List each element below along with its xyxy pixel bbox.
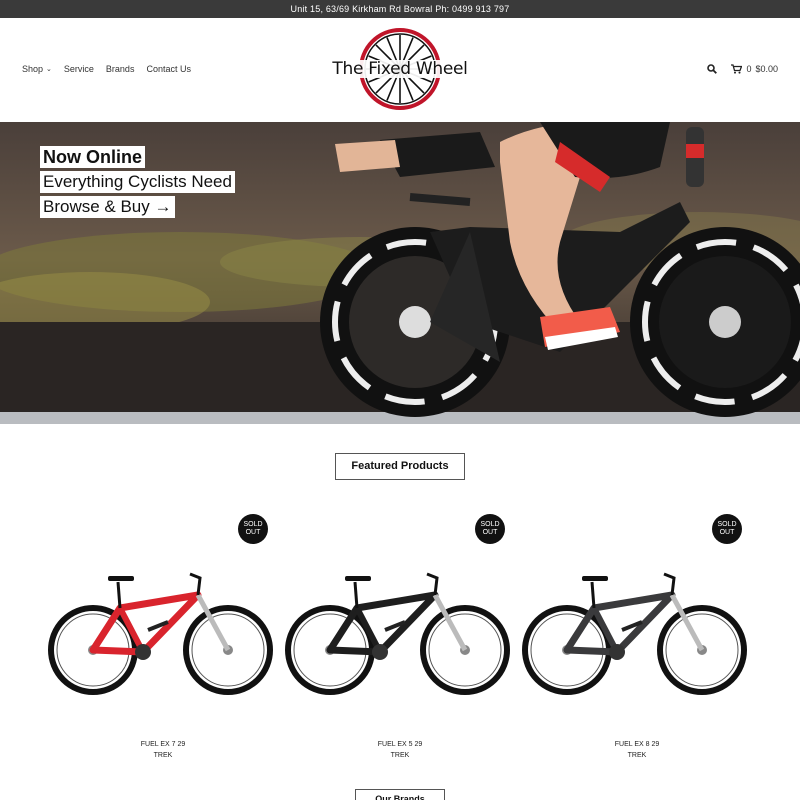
- announcement-bar: Unit 15, 63/69 Kirkham Rd Bowral Ph: 049…: [0, 0, 800, 18]
- nav-contact-label: Contact Us: [146, 64, 191, 74]
- logo-text: The Fixed Wheel: [310, 60, 490, 78]
- chevron-down-icon: ⌄: [46, 66, 52, 73]
- product-name: FUEL EX 5 29: [377, 741, 423, 748]
- nav-shop-label: Shop: [22, 64, 44, 74]
- product-brand: TREK: [627, 752, 647, 759]
- bike-image: [522, 572, 747, 695]
- product-card[interactable]: SOLD OUT FUEL EX 8 29 TREK: [522, 500, 752, 770]
- cart-total: $0.00: [755, 64, 778, 74]
- site-header: Shop ⌄ Service Brands Contact Us The Fix…: [0, 18, 800, 122]
- product-card[interactable]: SOLD OUT FUEL EX 7 29 TREK: [48, 500, 278, 770]
- product-brand: TREK: [390, 752, 410, 759]
- product-brand: TREK: [153, 752, 173, 759]
- hero-headline: Now Online: [40, 146, 145, 168]
- store-address-phone: Unit 15, 63/69 Kirkham Rd Bowral Ph: 049…: [290, 4, 510, 14]
- cart-count: 0: [746, 64, 752, 74]
- product-name: FUEL EX 7 29: [140, 741, 186, 748]
- nav-service-label: Service: [63, 64, 94, 74]
- sold-out-badge: SOLD OUT: [712, 514, 742, 544]
- featured-products-heading: Featured Products: [335, 453, 465, 480]
- hero-banner[interactable]: Now Online Everything Cyclists Need Brow…: [0, 122, 800, 424]
- nav-service[interactable]: Service: [64, 64, 94, 74]
- header-tools: 0 $0.00: [707, 64, 778, 74]
- site-logo[interactable]: The Fixed Wheel: [310, 26, 490, 112]
- nav-brands-label: Brands: [105, 64, 135, 74]
- nav-contact-us[interactable]: Contact Us: [146, 64, 191, 74]
- cart-icon: [731, 64, 743, 74]
- hero-caption: Now Online Everything Cyclists Need Brow…: [40, 146, 235, 218]
- bike-image: [285, 572, 510, 695]
- sold-out-badge: SOLD OUT: [475, 514, 505, 544]
- main-nav: Shop ⌄ Service Brands Contact Us: [22, 64, 191, 74]
- hero-subheadline: Everything Cyclists Need: [40, 171, 235, 193]
- cart-button[interactable]: 0 $0.00: [731, 64, 778, 74]
- product-name: FUEL EX 8 29: [614, 741, 660, 748]
- hero-browse-link[interactable]: Browse & Buy →: [40, 196, 175, 218]
- search-icon[interactable]: [707, 64, 718, 74]
- bike-image: [48, 572, 273, 695]
- next-section-heading: Our Brands: [355, 789, 445, 800]
- nav-brands[interactable]: Brands: [106, 64, 135, 74]
- product-card[interactable]: SOLD OUT FUEL EX 5 29 TREK: [285, 500, 515, 770]
- sold-out-badge: SOLD OUT: [238, 514, 268, 544]
- nav-shop[interactable]: Shop ⌄: [22, 64, 52, 74]
